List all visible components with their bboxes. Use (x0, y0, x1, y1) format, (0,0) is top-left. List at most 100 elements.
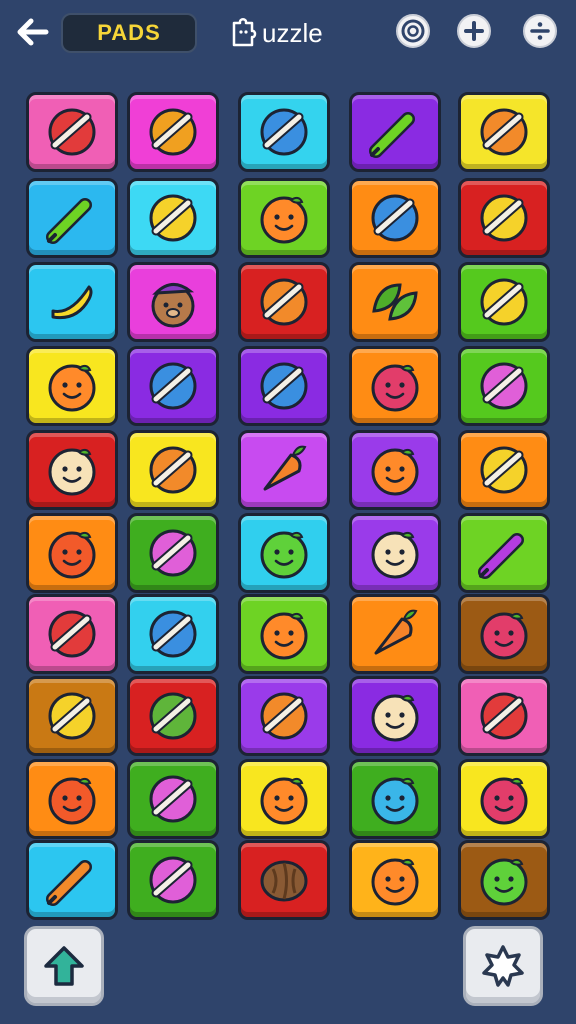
brush-ball-icon (260, 278, 308, 326)
settings-button[interactable] (463, 926, 543, 1006)
pink-brush-ball-icon (480, 362, 528, 410)
green-pen-icon (46, 198, 92, 244)
top-bar: PADS uzzle (0, 0, 576, 66)
brush-ball-icon (260, 692, 308, 740)
crayon-ball-icon (480, 446, 528, 494)
puzzle-tile[interactable] (238, 840, 330, 920)
puzzle-tile[interactable] (349, 513, 441, 593)
puzzle-tile[interactable] (127, 178, 219, 258)
puzzle-tile[interactable] (349, 676, 441, 756)
planet-icon (480, 108, 528, 156)
puzzle-tile[interactable] (238, 92, 330, 172)
puzzle-tile[interactable] (26, 92, 118, 172)
puzzle-tile[interactable] (127, 262, 219, 342)
banana-ball-icon (149, 194, 197, 242)
puzzle-tile[interactable] (458, 594, 550, 674)
carrot-icon (263, 445, 307, 491)
back-arrow-icon (17, 18, 49, 46)
puzzle-tile[interactable] (458, 759, 550, 839)
cat-face-icon (371, 531, 419, 579)
puzzle-tile[interactable] (458, 840, 550, 920)
puzzle-tile[interactable] (127, 676, 219, 756)
back-button[interactable] (12, 12, 52, 52)
puzzle-tile[interactable] (127, 92, 219, 172)
purple-pen-ball-icon (149, 529, 197, 577)
red-pen-ball-icon (48, 610, 96, 658)
puzzle-tile[interactable] (26, 346, 118, 426)
add-button[interactable] (457, 14, 491, 48)
puzzle-tile[interactable] (238, 594, 330, 674)
tomato-face-icon (48, 531, 96, 579)
star-ball-icon (260, 108, 308, 156)
puzzle-tile[interactable] (238, 513, 330, 593)
puzzle-tile[interactable] (349, 594, 441, 674)
game-title: uzzle (228, 14, 323, 52)
marker-icon (478, 533, 524, 579)
puzzle-tile[interactable] (458, 676, 550, 756)
blue-ball-icon (149, 362, 197, 410)
pink-pen-ball-icon (149, 856, 197, 904)
peach-face-icon (48, 448, 96, 496)
blue-face-icon (371, 777, 419, 825)
puzzle-tile[interactable] (458, 430, 550, 510)
pink-pen-ball-icon (149, 775, 197, 823)
divide-button[interactable] (523, 14, 557, 48)
ring-ball-icon (149, 610, 197, 658)
puzzle-tile[interactable] (127, 430, 219, 510)
puzzle-tile[interactable] (26, 430, 118, 510)
puzzle-tile[interactable] (238, 346, 330, 426)
puzzle-tile[interactable] (349, 759, 441, 839)
puzzle-tile[interactable] (26, 594, 118, 674)
orange-face-icon (260, 777, 308, 825)
up-arrow-icon (44, 946, 84, 986)
orange-face-icon (48, 364, 96, 412)
puzzle-tile[interactable] (238, 178, 330, 258)
puzzle-tile[interactable] (127, 840, 219, 920)
puzzle-tile[interactable] (127, 513, 219, 593)
leaf-ball-icon (149, 692, 197, 740)
orange-face-icon (260, 196, 308, 244)
green-face-icon (260, 531, 308, 579)
dart-ball-icon (260, 362, 308, 410)
puzzle-tile[interactable] (349, 262, 441, 342)
puzzle-tile[interactable] (26, 840, 118, 920)
pen-on-ball-icon (48, 108, 96, 156)
game-title-text: uzzle (262, 17, 323, 48)
puzzle-tile[interactable] (238, 430, 330, 510)
puzzle-tile[interactable] (127, 346, 219, 426)
puzzle-tile[interactable] (238, 759, 330, 839)
puzzle-tile[interactable] (458, 513, 550, 593)
puzzle-tile[interactable] (127, 759, 219, 839)
green-face-icon (480, 858, 528, 906)
puzzle-tile[interactable] (238, 676, 330, 756)
cream-face-icon (371, 694, 419, 742)
title-badge: PADS (61, 13, 197, 53)
puzzle-tile[interactable] (349, 92, 441, 172)
ring-ball-icon (371, 194, 419, 242)
puzzle-tile[interactable] (458, 92, 550, 172)
puzzle-tile[interactable] (458, 262, 550, 342)
berry-face-icon (371, 364, 419, 412)
puzzle-tile[interactable] (349, 840, 441, 920)
puzzle-tile[interactable] (458, 178, 550, 258)
puzzle-tile[interactable] (26, 513, 118, 593)
puzzle-piece-icon (232, 18, 257, 47)
bear-cap-icon (151, 283, 195, 328)
target-button[interactable] (396, 14, 430, 48)
puzzle-tile[interactable] (26, 262, 118, 342)
plus-icon (464, 21, 484, 41)
puzzle-tile[interactable] (127, 594, 219, 674)
puzzle-tile[interactable] (458, 346, 550, 426)
puzzle-tile[interactable] (26, 178, 118, 258)
puzzle-tile[interactable] (26, 676, 118, 756)
up-button[interactable] (24, 926, 104, 1006)
orange-face-icon (260, 612, 308, 660)
puzzle-tile[interactable] (238, 262, 330, 342)
rolling-pin-icon (369, 112, 415, 158)
divide-icon (530, 22, 550, 40)
puzzle-tile[interactable] (349, 178, 441, 258)
puzzle-tile[interactable] (26, 759, 118, 839)
puzzle-tile[interactable] (349, 430, 441, 510)
puzzle-tile[interactable] (349, 346, 441, 426)
puzzle-board (26, 92, 550, 920)
